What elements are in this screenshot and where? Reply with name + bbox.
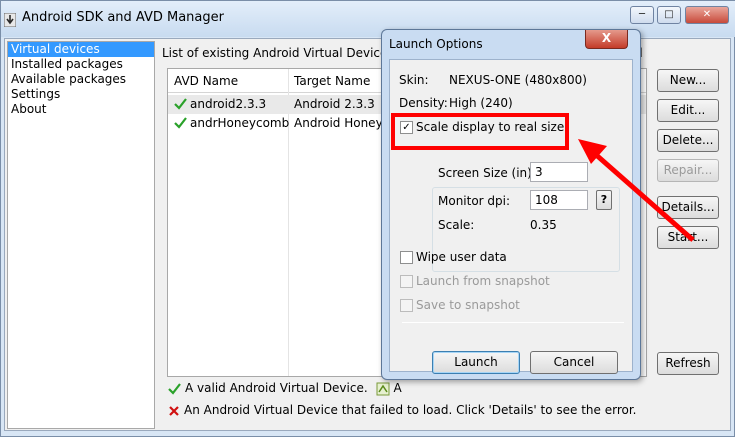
dpi-help-button[interactable]: ?	[596, 190, 612, 210]
delete-button[interactable]: Delete...	[657, 129, 719, 152]
red-x-icon	[169, 405, 179, 416]
density-value: High (240)	[449, 96, 513, 110]
avd-list-title: List of existing Android Virtual Devices…	[162, 46, 409, 60]
sidebar-item-available-packages[interactable]: Available packages	[8, 72, 154, 87]
cancel-button[interactable]: Cancel	[530, 351, 618, 374]
avd-target-cell: Android 2.3.3	[294, 97, 375, 111]
avd-name-cell: andrHoneycomb	[190, 116, 290, 130]
launch-button[interactable]: Launch	[432, 351, 520, 374]
density-label: Density:	[399, 96, 448, 110]
launch-from-snapshot-checkbox[interactable]	[400, 275, 413, 288]
scale-label: Scale:	[438, 218, 475, 232]
close-window-button[interactable]: ✕	[685, 6, 729, 24]
legend-valid-text: A valid Android Virtual Device.	[185, 381, 368, 395]
refresh-button[interactable]: Refresh	[657, 352, 719, 375]
start-button[interactable]: Start...	[657, 226, 719, 249]
minimize-button[interactable]: ─	[630, 6, 654, 24]
details-button[interactable]: Details...	[657, 196, 719, 219]
legend-valid-tail: A	[393, 381, 402, 395]
launch-options-dialog: Launch Options X Skin: NEXUS-ONE (480x80…	[381, 29, 641, 380]
skin-label: Skin:	[399, 73, 429, 87]
dialog-title: Launch Options	[389, 37, 483, 51]
dialog-close-button[interactable]: X	[585, 30, 628, 49]
column-avd-name[interactable]: AVD Name	[174, 74, 238, 88]
monitor-dpi-input[interactable]: 108	[530, 190, 588, 210]
sidebar-item-settings[interactable]: Settings	[8, 87, 154, 102]
monitor-dpi-label: Monitor dpi:	[438, 194, 511, 208]
wipe-user-data-label[interactable]: Wipe user data	[416, 250, 507, 264]
wipe-user-data-checkbox[interactable]	[400, 251, 413, 264]
sidebar-item-installed-packages[interactable]: Installed packages	[8, 57, 154, 72]
repairable-avd-icon	[376, 382, 389, 395]
window-title: Android SDK and AVD Manager	[22, 10, 224, 25]
repair-button[interactable]: Repair...	[657, 159, 719, 182]
screen-size-label: Screen Size (in):	[438, 166, 536, 180]
legend-failed: An Android Virtual Device that failed to…	[168, 403, 636, 417]
edit-button[interactable]: Edit...	[657, 99, 719, 122]
maximize-button[interactable]: □	[657, 6, 681, 24]
dialog-separator	[402, 322, 624, 323]
save-to-snapshot-checkbox[interactable]	[400, 299, 413, 312]
sidebar-nav: Virtual devices Installed packages Avail…	[7, 41, 155, 429]
sidebar-item-virtual-devices[interactable]: Virtual devices	[8, 42, 154, 57]
screen-size-input[interactable]: 3	[530, 162, 588, 182]
avd-name-cell: android2.3.3	[190, 97, 267, 111]
scale-value: 0.35	[530, 218, 557, 232]
launch-from-snapshot-label[interactable]: Launch from snapshot	[416, 274, 550, 288]
skin-value: NEXUS-ONE (480x800)	[449, 73, 587, 87]
sidebar-item-about[interactable]: About	[8, 102, 154, 117]
green-check-icon	[168, 382, 181, 395]
annotation-highlight-box	[391, 113, 569, 150]
new-button[interactable]: New...	[657, 69, 719, 92]
dialog-body: Skin: NEXUS-ONE (480x800) Density: High …	[389, 59, 633, 374]
column-target-name[interactable]: Target Name	[294, 74, 370, 88]
download-arrow-icon	[4, 13, 16, 27]
green-check-icon	[174, 98, 187, 110]
green-check-icon	[174, 117, 187, 129]
legend-valid: A valid Android Virtual Device. A	[168, 381, 402, 396]
legend-failed-text: An Android Virtual Device that failed to…	[184, 403, 637, 417]
save-to-snapshot-label[interactable]: Save to snapshot	[416, 298, 520, 312]
